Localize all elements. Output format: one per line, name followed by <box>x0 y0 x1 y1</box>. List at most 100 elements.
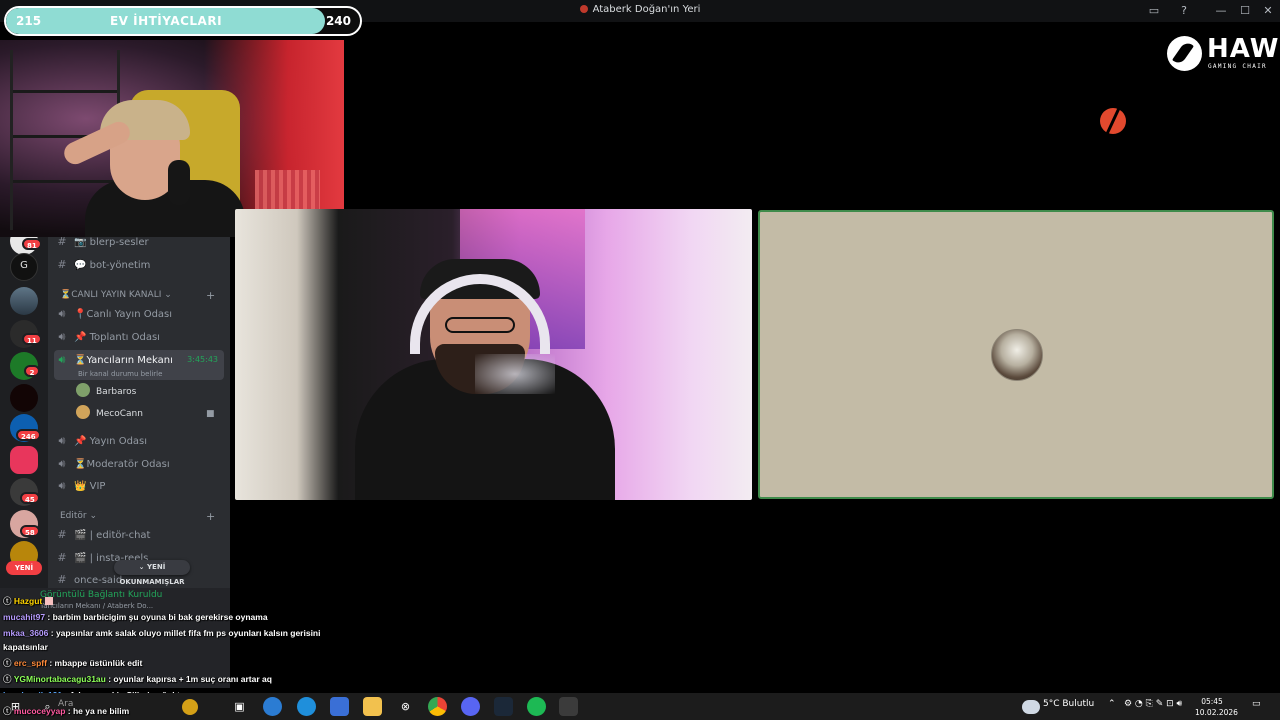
voice-elapsed-time: 3:45:43 <box>187 355 218 364</box>
hash-icon: # <box>57 573 67 586</box>
sponsor-name: HAWK <box>1207 34 1280 64</box>
new-servers-pill[interactable]: YENİ <box>6 561 42 575</box>
chat-message: ⓣ Hazgut <box>3 594 56 609</box>
unread-label: YENİ OKUNMAMIŞLAR <box>119 563 185 586</box>
member-name: MecoCann <box>96 409 143 419</box>
category-name: Editör <box>60 511 87 521</box>
channel-name: 📍Canlı Yayın Odası <box>74 309 173 320</box>
donation-goal-bar: 215 EV İHTİYACLARI 240 <box>4 6 362 36</box>
hash-icon: # <box>57 528 67 541</box>
speaker-icon: 🔊︎ <box>58 330 66 343</box>
widgets-icon[interactable] <box>182 699 198 715</box>
discord-icon[interactable] <box>461 697 480 716</box>
minimize-button[interactable]: — <box>1208 0 1234 22</box>
voice-channel[interactable]: 🔊︎ 📍Canlı Yayın Odası <box>54 304 224 324</box>
tray-icons[interactable]: ⚙ ◔ ⎘ ✎ ⊡ 🔊︎ <box>1124 699 1182 709</box>
channel-item[interactable]: # 📷 blerp-sesler <box>54 237 224 252</box>
clock-date: 10.02.2026 <box>1195 708 1238 717</box>
channel-item[interactable]: # 💬 bot-yönetim <box>54 255 224 275</box>
server-icon[interactable]: G <box>10 253 38 281</box>
hash-icon: # <box>57 258 67 271</box>
speaker-icon: 🔊︎ <box>58 479 66 492</box>
video-tile-camera[interactable] <box>235 209 752 500</box>
unread-messages-pill[interactable]: ⌄ YENİ OKUNMAMIŞLAR <box>114 560 190 586</box>
copilot-icon[interactable] <box>263 697 282 716</box>
task-view-icon[interactable]: ▣ <box>230 697 249 716</box>
streamer-webcam <box>0 40 344 237</box>
channel-name: 💬 bot-yönetim <box>74 260 151 271</box>
channel-name: 👑 VIP <box>74 481 106 492</box>
hash-icon: # <box>57 237 67 248</box>
tray-overflow-icon[interactable]: ⌃ <box>1108 699 1116 709</box>
folder-icon[interactable] <box>363 697 382 716</box>
glasses <box>445 317 515 333</box>
notification-icon[interactable]: ▭ <box>1252 699 1261 709</box>
chevron-down-icon: ⌄ <box>164 290 172 300</box>
category-header[interactable]: ⏳CANLI YAYIN KANALI ⌄ + <box>60 289 215 302</box>
voice-channel[interactable]: 🔊︎ 📌 Yayın Odası <box>54 431 224 451</box>
unread-badge: 81 <box>22 238 42 250</box>
channel-list: # 📷 blerp-sesler # 💬 bot-yönetim ⏳CANLI YA… <box>48 237 230 593</box>
channel-name: 📌 Toplantı Odası <box>74 332 160 343</box>
video-tile-avatar[interactable] <box>758 210 1274 499</box>
chat-message: mkaa_3606 : yapsınlar amk salak oluyo mi… <box>3 628 321 638</box>
unread-badge: 246 <box>16 429 41 441</box>
avatar <box>76 405 90 419</box>
category-name: ⏳CANLI YAYIN KANALI <box>60 290 162 300</box>
channel-name: ⏳Moderatör Odası <box>74 459 170 470</box>
store-icon[interactable] <box>330 697 349 716</box>
goal-end: 240 <box>325 14 351 28</box>
unread-badge: 11 <box>22 333 42 345</box>
clock-time: 05:45 <box>1201 697 1223 706</box>
chat-message: ⓣ mucoceyyap : he ya ne bilim <box>3 706 130 716</box>
chat-user: mucoceyyap <box>13 706 66 716</box>
weather-text[interactable]: 5°C Bulutlu <box>1043 699 1094 709</box>
channel-name: 🎬 | editör-chat <box>74 530 151 541</box>
emote-icon <box>45 597 54 605</box>
voice-member[interactable]: Barbaros <box>76 383 136 401</box>
chat-user: mkaa_3606 <box>3 628 49 638</box>
voice-channel[interactable]: 🔊︎ 📌 Toplantı Odası <box>54 327 224 347</box>
speaker-icon: 🔊︎ <box>58 457 66 470</box>
inbox-icon[interactable]: ▭ <box>1141 0 1167 22</box>
avatar <box>76 383 90 397</box>
obs-icon[interactable] <box>559 697 578 716</box>
server-icon[interactable] <box>10 287 38 315</box>
clock[interactable]: 05:45 10.02.2026 <box>1195 696 1238 718</box>
server-icon[interactable] <box>10 384 38 412</box>
xbox-icon[interactable]: ⊗ <box>396 697 415 716</box>
channel-item[interactable]: # 🎬 | editör-chat <box>54 525 224 545</box>
chat-user: YGMinortabacagu31au <box>13 674 106 684</box>
voice-member[interactable]: MecoCann ■ <box>76 405 215 423</box>
channel-logo-icon <box>1100 108 1126 134</box>
speaker-icon: 🔊︎ <box>58 434 66 447</box>
headset <box>168 160 190 205</box>
speaker-icon: 🔊︎ <box>58 307 66 320</box>
speaker-icon: 🔊︎ <box>58 353 66 366</box>
close-button[interactable]: ✕ <box>1255 0 1280 22</box>
avatar <box>991 329 1043 381</box>
add-channel-icon[interactable]: + <box>206 510 215 523</box>
spotify-icon[interactable] <box>527 697 546 716</box>
chat-message: kapatsınlar <box>3 642 48 652</box>
category-header[interactable]: Editör ⌄ + <box>60 510 215 523</box>
add-channel-icon[interactable]: + <box>206 289 215 302</box>
chrome-icon[interactable] <box>428 697 447 716</box>
server-icon <box>579 5 588 13</box>
edge-icon[interactable] <box>297 697 316 716</box>
hawk-feather-icon <box>1167 36 1202 71</box>
channel-status[interactable]: Bir kanal durumu belirle <box>78 364 162 384</box>
voice-channel[interactable]: 🔊︎ ⏳Moderatör Odası <box>54 454 224 474</box>
chat-message: ⓣ YGMinortabacagu31au : oyunlar kapırsa … <box>3 674 272 684</box>
chat-message: ⓣ erc_spff : mbappe üstünlük edit <box>3 658 143 668</box>
help-icon[interactable]: ? <box>1171 0 1197 22</box>
voice-channel-active[interactable]: 🔊︎ ⏳Yancıların Mekanı 3:45:43 Bir kanal d… <box>54 350 224 380</box>
steam-icon[interactable] <box>494 697 513 716</box>
unread-badge: 2 <box>24 365 40 377</box>
camera-icon: ■ <box>206 409 215 419</box>
server-icon[interactable] <box>10 446 38 474</box>
chat-user: erc_spff <box>13 658 47 668</box>
sponsor-tagline: GAMING CHAIR <box>1208 63 1267 70</box>
voice-channel[interactable]: 🔊︎ 👑 VIP <box>54 476 224 496</box>
weather-icon[interactable] <box>1022 700 1040 714</box>
